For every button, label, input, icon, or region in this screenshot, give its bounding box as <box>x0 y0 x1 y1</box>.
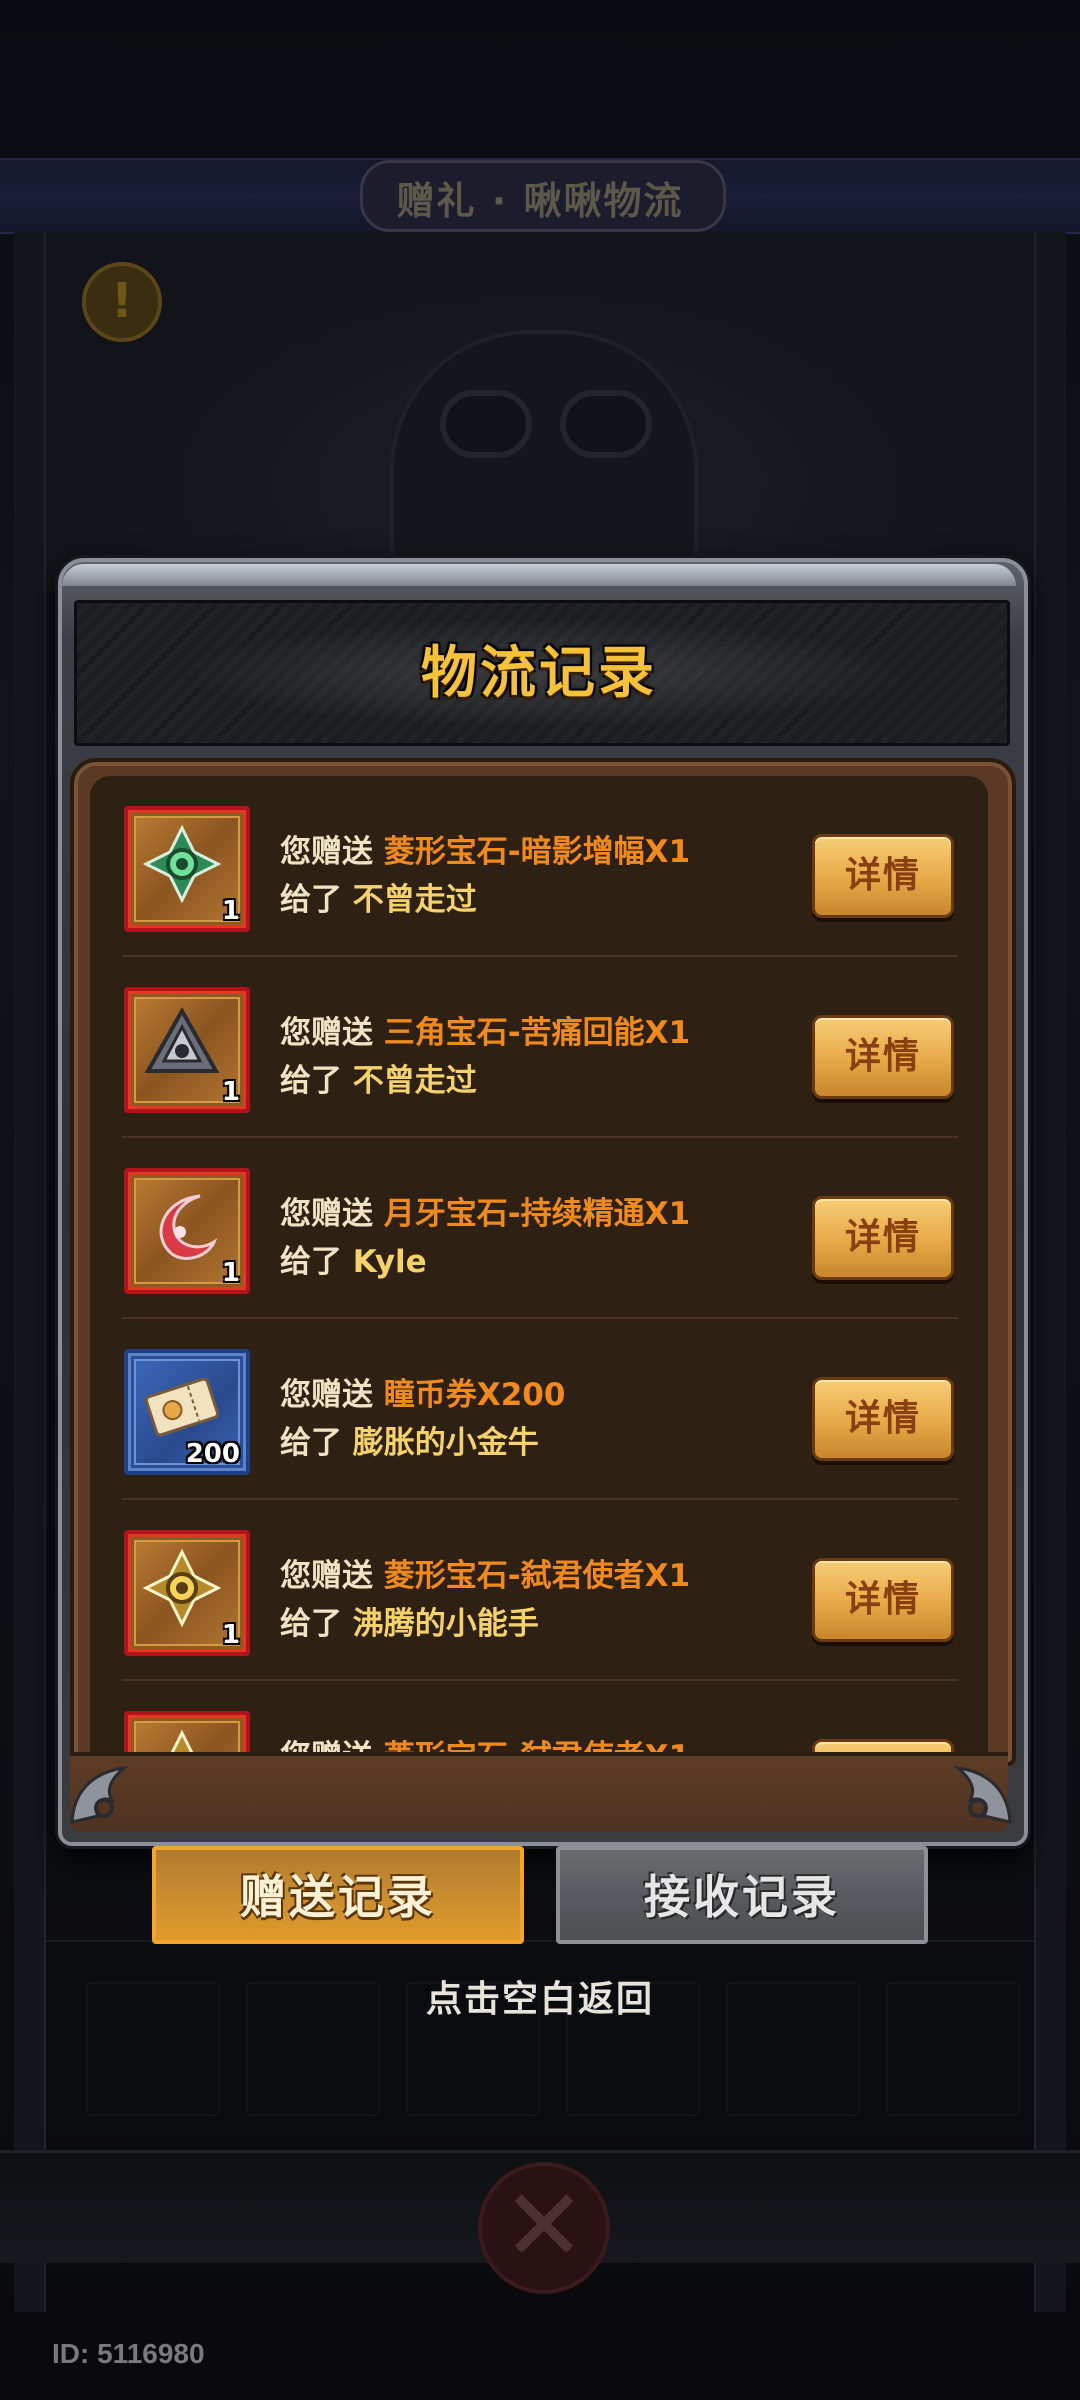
item-name: 菱形宝石-暗影增幅X1 <box>383 834 691 870</box>
sent-line: 您赠送 瞳币券X200 <box>280 1369 565 1414</box>
record-row: 1 您赠送 菱形宝石-暗影增幅X1 给了 不曾走过 详情 <box>90 776 988 957</box>
recipient-name: 膨胀的小金牛 <box>352 1425 539 1461</box>
sent-line: 您赠送 菱形宝石-暗影增幅X1 <box>280 826 690 871</box>
detail-button[interactable]: 详情 <box>812 1558 954 1642</box>
to-label: 给了 <box>280 1063 342 1099</box>
recipient-name: 沸腾的小能手 <box>352 1606 539 1642</box>
detail-button[interactable]: 详情 <box>812 1739 954 1752</box>
sent-label: 您赠送 <box>280 1558 373 1594</box>
sent-label: 您赠送 <box>280 834 373 870</box>
item-name: 菱形宝石-弑君使者X1 <box>384 1739 690 1752</box>
detail-button[interactable]: 详情 <box>812 1015 954 1099</box>
item-quantity: 1 <box>221 896 240 926</box>
item-quantity: 1 <box>221 1077 240 1107</box>
sent-label: 您赠送 <box>280 1377 373 1413</box>
record-list[interactable]: 1 您赠送 菱形宝石-暗影增幅X1 给了 不曾走过 详情 1 您赠送 三角宝石-苦痛回能X… <box>90 776 988 1752</box>
record-row: 1 您赠送 菱形宝石-弑君使者X1 给了 沸腾的小能手 详情 <box>90 1500 988 1681</box>
record-list-inner: 1 您赠送 菱形宝石-暗影增幅X1 给了 不曾走过 详情 1 您赠送 三角宝石-苦痛回能X… <box>90 776 988 1752</box>
courier-mascot <box>390 330 698 588</box>
sent-label: 您赠送 <box>280 1739 373 1752</box>
sent-line: 您赠送 菱形宝石-弑君使者X1 <box>280 1731 690 1752</box>
item-slot[interactable]: 200 <box>124 1349 250 1475</box>
modal-top-rim <box>62 564 1016 586</box>
to-label: 给了 <box>280 1425 342 1461</box>
item-slot[interactable]: 1 <box>124 1530 250 1656</box>
background-slot <box>726 1982 860 2116</box>
goggle-right <box>560 390 652 458</box>
recipient-line: 给了 膨胀的小金牛 <box>280 1417 539 1462</box>
background-slot <box>886 1982 1020 2116</box>
item-quantity: 200 <box>185 1439 240 1469</box>
item-quantity: 1 <box>221 1258 240 1288</box>
sent-label: 您赠送 <box>280 1015 373 1051</box>
user-id-label: ID: 5116980 <box>52 2338 205 2369</box>
recipient-name: 不曾走过 <box>352 882 477 918</box>
tap-to-return-hint[interactable]: 点击空白返回 <box>340 1970 740 2022</box>
record-row: 1您赠送 菱形宝石-弑君使者X1给了 详情 <box>90 1681 988 1752</box>
page-title: 赠礼 · 啾啾物流 <box>396 179 684 223</box>
left-frame-rail <box>14 232 46 2312</box>
detail-button[interactable]: 详情 <box>812 1377 954 1461</box>
sent-line: 您赠送 月牙宝石-持续精通X1 <box>280 1188 690 1233</box>
record-row: 200 您赠送 瞳币券X200 给了 膨胀的小金牛 详情 <box>90 1319 988 1500</box>
to-label: 给了 <box>280 1244 342 1280</box>
goggle-left <box>440 390 532 458</box>
background-slot <box>86 1982 220 2116</box>
item-name: 月牙宝石-持续精通X1 <box>383 1196 691 1232</box>
item-quantity: 1 <box>221 1620 240 1650</box>
to-label: 给了 <box>280 882 342 918</box>
item-name: 菱形宝石-弑君使者X1 <box>383 1558 691 1594</box>
tab-received-records[interactable]: 接收记录 <box>556 1846 928 1944</box>
recipient-line: 给了 不曾走过 <box>280 1055 477 1100</box>
close-icon[interactable]: ✕ <box>478 2162 610 2294</box>
to-label: 给了 <box>280 1606 342 1642</box>
item-slot[interactable]: 1 <box>124 806 250 932</box>
modal-title: 物流记录 <box>421 641 657 706</box>
item-name: 瞳币券X200 <box>383 1377 566 1413</box>
corner-ornament-right <box>953 1765 1012 1824</box>
detail-button[interactable]: 详情 <box>812 1196 954 1280</box>
item-slot[interactable]: 1 <box>124 1711 250 1752</box>
recipient-line: 给了 Kyle <box>280 1236 427 1281</box>
tab-sent-records[interactable]: 赠送记录 <box>152 1846 524 1944</box>
sent-line: 您赠送 三角宝石-苦痛回能X1 <box>280 1007 690 1052</box>
record-row: 1 您赠送 月牙宝石-持续精通X1 给了 Kyle 详情 <box>90 1138 988 1319</box>
recipient-line: 给了 不曾走过 <box>280 874 477 919</box>
detail-button[interactable]: 详情 <box>812 834 954 918</box>
item-slot[interactable]: 1 <box>124 1168 250 1294</box>
recipient-line: 给了 沸腾的小能手 <box>280 1598 539 1643</box>
record-row: 1 您赠送 三角宝石-苦痛回能X1 给了 不曾走过 详情 <box>90 957 988 1138</box>
record-panel-bottom <box>70 1752 1008 1832</box>
item-name: 三角宝石-苦痛回能X1 <box>383 1015 691 1051</box>
item-slot[interactable]: 1 <box>124 987 250 1113</box>
sent-line: 您赠送 菱形宝石-弑君使者X1 <box>280 1550 690 1595</box>
recipient-name: Kyle <box>352 1244 427 1280</box>
right-frame-rail <box>1034 232 1066 2312</box>
sent-label: 您赠送 <box>280 1196 373 1232</box>
corner-ornament-left <box>70 1765 129 1824</box>
recipient-name: 不曾走过 <box>352 1063 477 1099</box>
warning-icon[interactable]: ! <box>82 262 162 342</box>
